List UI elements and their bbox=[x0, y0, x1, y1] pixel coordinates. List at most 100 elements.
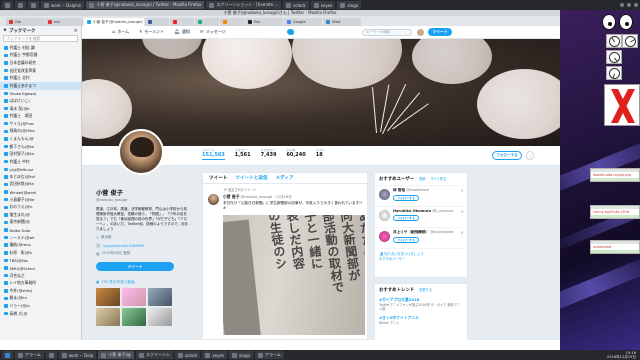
suggested-user[interactable]: 林 智裕 @torakenrane フォローする × bbox=[375, 185, 467, 206]
tray-icon[interactable] bbox=[627, 3, 631, 7]
task-firefox[interactable]: 小菅 俊子(@ bbox=[98, 351, 135, 359]
bookmark-item[interactable]: ノーステ(@ah bbox=[0, 234, 81, 242]
browser-tab[interactable]: Google bbox=[284, 18, 322, 26]
bookmark-item[interactable]: Winkel(@wink bbox=[0, 188, 81, 196]
tweet-to-button[interactable]: ツイート bbox=[96, 262, 174, 271]
sticky-note[interactable]: tweeet-add-myxql-xyq bbox=[590, 168, 640, 182]
tab-media[interactable]: メディア bbox=[276, 175, 294, 181]
close-icon[interactable]: × bbox=[74, 28, 78, 34]
bookmark-item[interactable]: Daiko Goto bbox=[0, 226, 81, 234]
browser-tab[interactable]: Inb bbox=[45, 18, 83, 26]
media-thumbnail[interactable] bbox=[148, 308, 172, 326]
bookmark-item[interactable]: 高橋 大(@ bbox=[0, 310, 81, 318]
bookmark-item[interactable]: 弁護士あかまつ bbox=[0, 81, 81, 90]
tweet-author-name[interactable]: 小菅 俊子 bbox=[223, 194, 240, 199]
bookmark-item[interactable]: y.b(@bfhuuz bbox=[0, 166, 81, 174]
tray-icon[interactable] bbox=[634, 3, 638, 7]
bookmark-item[interactable]: 武田砂鉄(@ta bbox=[0, 181, 81, 189]
bookmark-item[interactable]: 蓮舫(@rens bbox=[0, 241, 81, 249]
bookmark-item[interactable]: サイえ(@Fuw bbox=[0, 120, 81, 128]
more-options-icon[interactable]: ⋮ bbox=[526, 151, 534, 160]
xclock-window[interactable] bbox=[606, 50, 622, 64]
task-xlogo[interactable]: xlogo bbox=[337, 1, 362, 9]
bookmark-item[interactable]: 弁護士 宇都宮健 bbox=[0, 52, 81, 60]
media-thumbnail[interactable] bbox=[96, 308, 120, 326]
task-xclock[interactable]: xclock bbox=[283, 1, 309, 9]
browser-tab[interactable]: Gm bbox=[6, 18, 44, 26]
dismiss-icon[interactable]: × bbox=[461, 230, 464, 235]
browser-tab[interactable]: Ello bbox=[245, 18, 283, 26]
media-thumbnail[interactable] bbox=[148, 288, 172, 306]
tab-tweets-and-replies[interactable]: ツイートと返信 bbox=[235, 175, 267, 181]
suggested-users-link[interactable]: おすすめユーザー bbox=[379, 256, 463, 261]
bookmark-item[interactable]: ジョー(@ja bbox=[0, 302, 81, 310]
task-app-1[interactable] bbox=[2, 1, 13, 9]
browser-tab[interactable] bbox=[145, 18, 169, 26]
bookmark-item[interactable]: ばばけいこ( bbox=[0, 97, 81, 105]
bookmark-item[interactable]: 杉原 彰(@s bbox=[0, 249, 81, 257]
media-thumbnail[interactable] bbox=[122, 288, 146, 306]
xeyes-window[interactable] bbox=[602, 14, 638, 30]
bookmark-item[interactable]: 日本会議の研究 bbox=[0, 59, 81, 67]
twitter-search-input[interactable]: キーワード検索 bbox=[362, 29, 412, 36]
bookmark-item[interactable]: レイ地方事務所 bbox=[0, 279, 81, 287]
xclock-window[interactable] bbox=[622, 34, 638, 48]
media-thumbnail[interactable] bbox=[122, 308, 146, 326]
trend-item[interactable]: #きく0のナイトアニメ Nikkei アニメ bbox=[375, 314, 467, 327]
task-xclock[interactable]: xclock bbox=[174, 351, 201, 359]
browser-tab[interactable] bbox=[170, 18, 194, 26]
nav-messages[interactable]: ✉ メッセージ bbox=[200, 29, 226, 35]
suggested-user[interactable]: 井上リサ（紙飛機修） @inoueltsakee フォローする × bbox=[375, 227, 467, 248]
bookmark-item[interactable]: TBS(@tbs bbox=[0, 257, 81, 265]
bookmark-item[interactable]: 弁護士 村松 謙 bbox=[0, 44, 81, 52]
profile-avatar[interactable] bbox=[118, 129, 164, 175]
task-dolphin[interactable]: work -- Dolphin bbox=[41, 1, 85, 9]
stat-item[interactable]: リスト 18 bbox=[316, 148, 325, 160]
media-link[interactable]: ▣ 793 件の写真と動画 bbox=[96, 280, 188, 285]
task-screenshot[interactable]: スクリーンシ bbox=[136, 351, 173, 359]
task-xeyes[interactable]: xeyes bbox=[202, 351, 228, 359]
nav-home[interactable]: ⌂ ホーム bbox=[112, 29, 129, 35]
bookmark-item[interactable]: 都下さん(@ta bbox=[0, 143, 81, 151]
dismiss-icon[interactable]: × bbox=[461, 188, 464, 193]
bookmark-item[interactable]: くまんもん(@ bbox=[0, 135, 81, 143]
tray-icon[interactable] bbox=[620, 3, 624, 7]
bookmark-item[interactable]: 弁護士 堀田 bbox=[0, 112, 81, 120]
browser-tab[interactable] bbox=[195, 18, 219, 26]
follow-user-button[interactable]: フォローする bbox=[393, 195, 419, 201]
browser-tab[interactable]: Mast bbox=[323, 18, 361, 26]
bookmark-item[interactable]: 弁護士 北村 bbox=[0, 74, 81, 82]
task-alarm[interactable]: アラーム bbox=[15, 351, 44, 359]
tweet[interactable]: 小菅 俊子 @nobuko_kosuge · 12月16日 本日付け「山梨日日新… bbox=[203, 192, 367, 335]
follow-user-button[interactable]: フォローする bbox=[393, 215, 419, 221]
task-app-2[interactable] bbox=[15, 1, 26, 9]
task-xeyes[interactable]: xeyes bbox=[310, 1, 336, 9]
bookmark-item[interactable]: おのうえ(@n bbox=[0, 203, 81, 211]
bookmark-item[interactable]: ゆとぽむ(@tol bbox=[0, 173, 81, 181]
bookmark-item[interactable]: 今井(@shhcj bbox=[0, 287, 81, 295]
bookmark-item[interactable]: 河合弘之 bbox=[0, 272, 81, 280]
tweet-newspaper-photo[interactable]: あたためた 同大新聞部が 部活動の取材で 子と一緒に 表しだ内容 の生徒のシ bbox=[223, 215, 365, 335]
follow-user-button[interactable]: フォローする bbox=[393, 237, 419, 243]
follow-button[interactable]: フォローする bbox=[492, 151, 522, 160]
xclock-window[interactable] bbox=[606, 34, 622, 48]
tweet-date[interactable]: 12月16日 bbox=[276, 195, 292, 199]
user-avatar[interactable] bbox=[379, 231, 390, 242]
user-avatar[interactable] bbox=[379, 189, 390, 200]
bookmark-item[interactable]: 猫生まれ(@ bbox=[0, 211, 81, 219]
user-avatar[interactable] bbox=[379, 210, 390, 221]
bookmark-search-input[interactable]: ブックマークを検索 bbox=[3, 35, 78, 42]
task-app[interactable] bbox=[45, 351, 57, 359]
app-launcher-icon[interactable] bbox=[2, 351, 13, 359]
bookmark-item[interactable]: 清水 潔(@k bbox=[0, 105, 81, 113]
sticky-note[interactable]: f.mmy-eg2016s-2016 bbox=[590, 205, 640, 219]
profile-link[interactable]: ⛓ log.jp/nobuko13064994 bbox=[96, 243, 188, 248]
tab-tweets[interactable]: ツイート bbox=[209, 175, 227, 181]
task-alarm[interactable]: アラーム bbox=[254, 351, 284, 359]
task-app-3[interactable] bbox=[28, 1, 39, 9]
trend-item[interactable]: #ガイアプロ大賞2016 Twitterアニメファンが選ぶ2016年 ザ・ガイア… bbox=[375, 296, 467, 314]
change-trends-link[interactable]: 変更する bbox=[419, 287, 432, 292]
taskbar-clock[interactable]: 19:16 2016年12月19日 bbox=[607, 351, 638, 359]
view-all-link[interactable]: すべて見る bbox=[430, 176, 446, 181]
stat-item[interactable]: フォロワー 7,439 bbox=[261, 148, 277, 160]
